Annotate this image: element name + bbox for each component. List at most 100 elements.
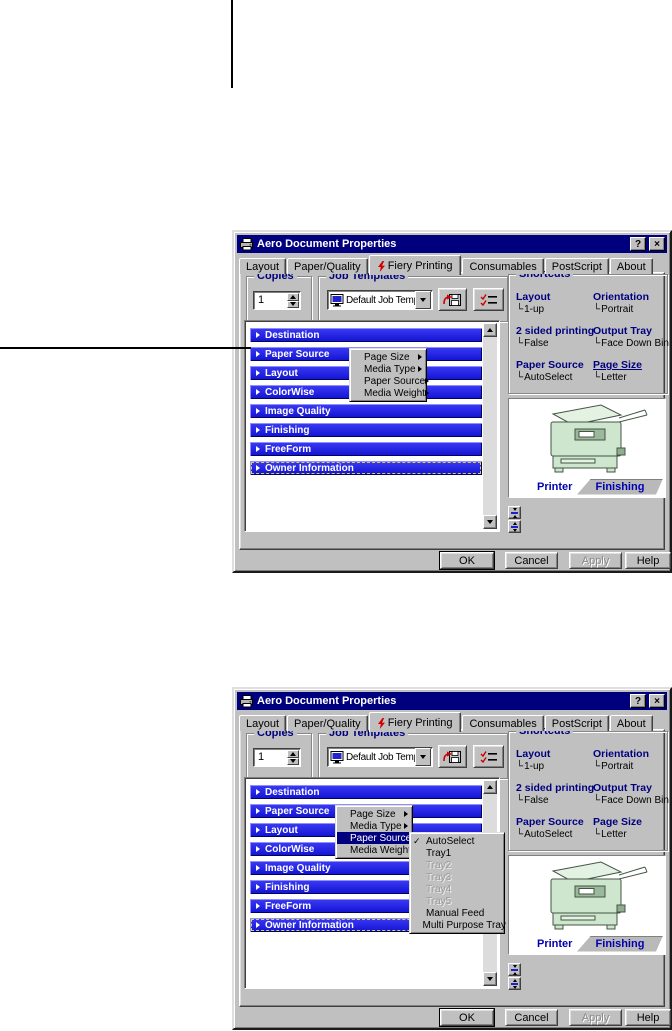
- scrollbar[interactable]: [483, 323, 497, 529]
- tab[interactable]: About: [610, 258, 653, 274]
- shortcut-item: Paper Source AutoSelect: [516, 359, 593, 383]
- shortcut-title[interactable]: Layout: [516, 748, 593, 760]
- tab[interactable]: Paper/Quality: [287, 715, 368, 731]
- shortcut-title[interactable]: Orientation: [593, 748, 669, 760]
- template-options-button[interactable]: [473, 745, 504, 768]
- submenu-item[interactable]: Manual Feed: [411, 907, 503, 919]
- submenu-item[interactable]: AutoSelect: [411, 835, 503, 847]
- shortcut-title[interactable]: Page Size: [593, 816, 669, 828]
- close-button[interactable]: ×: [649, 237, 665, 251]
- action-button[interactable]: Cancel: [505, 1009, 558, 1026]
- dropdown-button[interactable]: [415, 748, 431, 766]
- expand-arrow-icon: [256, 427, 260, 433]
- preview-tab-finishing[interactable]: Finishing: [577, 936, 663, 952]
- template-options-button[interactable]: [473, 288, 504, 311]
- menu-item[interactable]: Media Type: [351, 363, 425, 375]
- menu-item[interactable]: Media Type: [337, 820, 411, 832]
- collapse-all-button[interactable]: [508, 506, 521, 519]
- tab[interactable]: Consumables: [462, 715, 543, 731]
- menu-item[interactable]: Media Weight: [337, 844, 411, 856]
- preview-tab-printer[interactable]: Printer: [537, 938, 572, 950]
- expand-arrow-icon: [256, 408, 260, 414]
- collapse-all-button[interactable]: [508, 963, 521, 976]
- copies-down-button[interactable]: [287, 301, 299, 309]
- tab[interactable]: Fiery Printing: [369, 712, 462, 732]
- tab[interactable]: PostScript: [545, 715, 609, 731]
- copies-input[interactable]: 1: [253, 291, 301, 310]
- scroll-down-button[interactable]: [483, 515, 497, 529]
- scroll-up-button[interactable]: [483, 323, 497, 337]
- shortcut-title[interactable]: Output Tray: [593, 782, 669, 794]
- action-button[interactable]: Cancel: [505, 552, 558, 569]
- copies-spinner: [287, 750, 299, 765]
- copies-up-button[interactable]: [287, 293, 299, 301]
- save-template-button[interactable]: [438, 288, 467, 311]
- shortcut-title[interactable]: Output Tray: [593, 325, 669, 337]
- action-button[interactable]: Help: [625, 552, 671, 569]
- printer-app-icon: [239, 695, 254, 708]
- option-category-label: Paper Source: [265, 349, 329, 360]
- shortcut-title[interactable]: 2 sided printing: [516, 782, 593, 794]
- preview-tab-printer[interactable]: Printer: [537, 481, 572, 493]
- save-template-button[interactable]: [438, 745, 467, 768]
- copies-input[interactable]: 1: [253, 748, 301, 767]
- submenu-item-label: Tray3: [424, 872, 451, 883]
- tab[interactable]: Consumables: [462, 258, 543, 274]
- menu-item[interactable]: Media Weight: [351, 387, 425, 399]
- tab[interactable]: Fiery Printing: [369, 255, 462, 275]
- help-button[interactable]: ?: [630, 237, 646, 251]
- elbow-glyph: [593, 795, 601, 806]
- menu-item[interactable]: Paper Source: [351, 375, 425, 387]
- action-button[interactable]: Help: [625, 1009, 671, 1026]
- tab[interactable]: About: [610, 715, 653, 731]
- scroll-up-button[interactable]: [483, 780, 497, 794]
- option-category-bar[interactable]: Destination: [250, 785, 482, 799]
- preview-tab-finishing[interactable]: Finishing: [577, 479, 663, 495]
- option-category-label: FreeForm: [265, 444, 311, 455]
- help-button[interactable]: ?: [630, 694, 646, 708]
- tab[interactable]: Paper/Quality: [287, 258, 368, 274]
- action-button[interactable]: OK: [440, 552, 494, 569]
- option-category-bar[interactable]: Finishing: [250, 423, 482, 437]
- option-category-bar[interactable]: Owner Information: [250, 461, 482, 475]
- option-category-label: Owner Information: [265, 463, 354, 474]
- submenu-item: Tray3: [411, 871, 503, 883]
- elbow-glyph: [516, 829, 524, 840]
- scroll-down-button[interactable]: [483, 972, 497, 986]
- expand-all-button[interactable]: [508, 977, 521, 990]
- job-templates-combo[interactable]: Default Job Templates: [327, 290, 433, 310]
- option-category-bar[interactable]: FreeForm: [250, 442, 482, 456]
- action-button[interactable]: OK: [440, 1009, 494, 1026]
- selected-template: Default Job Templates: [346, 295, 415, 306]
- expand-all-button[interactable]: [508, 520, 521, 533]
- titlebar[interactable]: Aero Document Properties ? ×: [237, 235, 667, 253]
- menu-item[interactable]: Page Size: [337, 808, 411, 820]
- option-category-bar[interactable]: Image Quality: [250, 404, 482, 418]
- expand-arrow-icon: [256, 446, 260, 452]
- callout-line-paper-source: [0, 347, 251, 349]
- copies-up-button[interactable]: [287, 750, 299, 758]
- submenu-item[interactable]: Tray1: [411, 847, 503, 859]
- shortcut-title[interactable]: Orientation: [593, 291, 669, 303]
- titlebar[interactable]: Aero Document Properties ? ×: [237, 692, 667, 710]
- expand-arrow-icon: [256, 827, 260, 833]
- shortcut-title[interactable]: Page Size: [593, 359, 669, 371]
- tab[interactable]: PostScript: [545, 258, 609, 274]
- menu-item[interactable]: Paper Source: [337, 832, 411, 844]
- shortcut-title[interactable]: Paper Source: [516, 359, 593, 371]
- tab[interactable]: Layout: [239, 715, 286, 731]
- printer-preview-panel: Printer Finishing: [508, 855, 666, 955]
- job-templates-combo[interactable]: Default Job Templates: [327, 747, 433, 767]
- shortcut-value: False: [516, 795, 593, 806]
- shortcut-title[interactable]: 2 sided printing: [516, 325, 593, 337]
- tab[interactable]: Layout: [239, 258, 286, 274]
- option-category-bar[interactable]: Destination: [250, 328, 482, 342]
- submenu-item[interactable]: Multi Purpose Tray: [411, 919, 503, 931]
- copies-down-button[interactable]: [287, 758, 299, 766]
- shortcut-title[interactable]: Layout: [516, 291, 593, 303]
- shortcut-title[interactable]: Paper Source: [516, 816, 593, 828]
- close-button[interactable]: ×: [649, 694, 665, 708]
- menu-item[interactable]: Page Size: [351, 351, 425, 363]
- dropdown-button[interactable]: [415, 291, 431, 309]
- option-category-label: Image Quality: [265, 406, 331, 417]
